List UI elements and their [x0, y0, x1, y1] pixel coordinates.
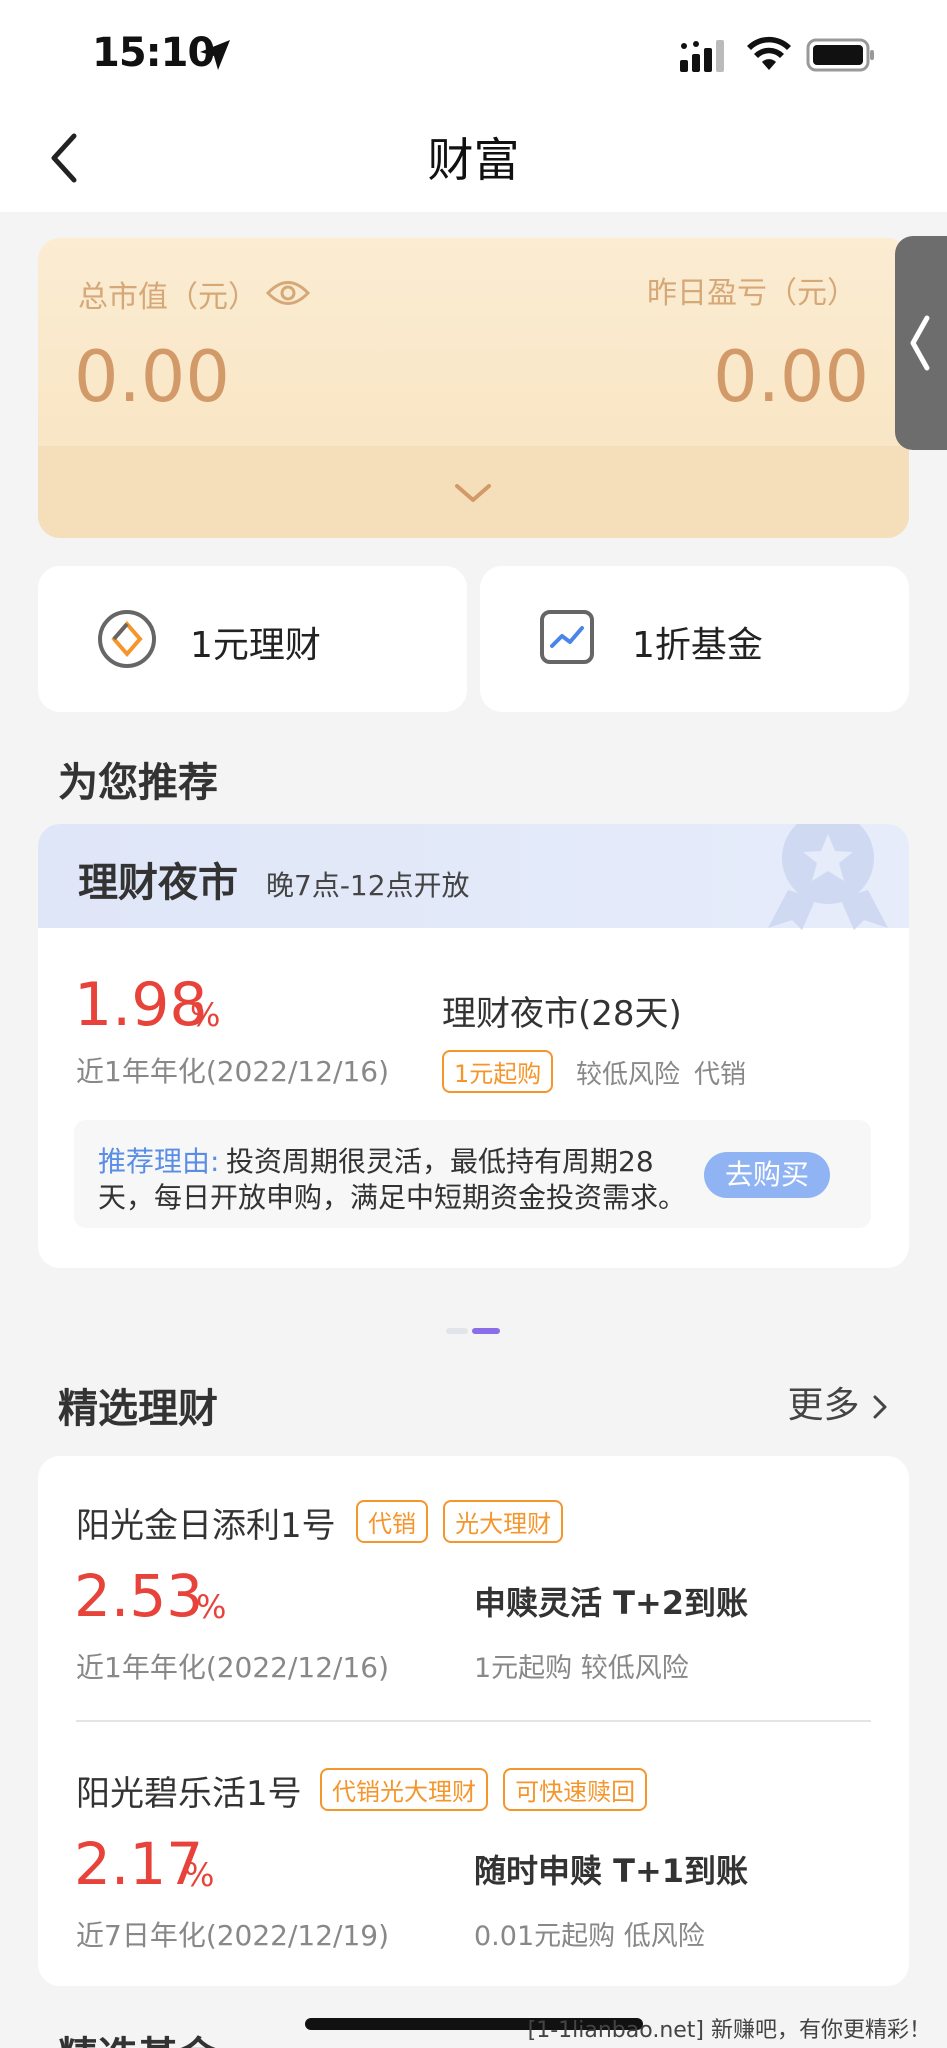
battery-icon	[806, 38, 874, 72]
quick-entry-yuan-wealth[interactable]: 1元理财	[38, 566, 467, 712]
reason-text-line2: 天，每日开放申购，满足中短期资金投资需求。	[98, 1181, 687, 1214]
medal-icon	[768, 824, 888, 930]
product-name: 阳光金日添利1号	[76, 1506, 336, 1546]
recommend-section-title: 为您推荐	[58, 760, 218, 806]
watermark-text: [1-1lianbao.net] 新赚吧，有你更精彩！	[527, 2018, 931, 2043]
product-rate: 2.53	[74, 1562, 204, 1630]
product-feature: 申赎灵活 T+2到账	[474, 1584, 749, 1622]
product-rate-unit: %	[196, 1588, 227, 1626]
recommend-card-header: 理财夜市 晚7点-12点开放	[38, 824, 909, 930]
chart-icon	[540, 610, 594, 664]
product-name: 阳光碧乐活1号	[76, 1774, 302, 1814]
reason-text-line1: 投资周期很灵活，最低持有周期28	[226, 1145, 654, 1178]
product-rate-desc: 近1年年化(2022/12/16)	[76, 1651, 390, 1684]
page-title: 财富	[427, 133, 520, 187]
product-sub-info: 0.01元起购 低风险	[474, 1921, 705, 1952]
yesterday-pl-value: 0.00	[713, 336, 869, 418]
wifi-icon	[747, 36, 791, 70]
chevron-right-icon	[873, 1395, 887, 1419]
quick-entry-label: 1折基金	[632, 625, 763, 666]
recommend-card[interactable]: 理财夜市 晚7点-12点开放 1.98 % 近1年年化(2022/12/16) …	[38, 824, 909, 1268]
top-bar: 15:10 财富	[0, 0, 947, 212]
recommend-rate-desc: 近1年年化(2022/12/16)	[76, 1055, 390, 1088]
cellular-signal-icon	[680, 40, 724, 72]
product-tags: 代销光大理财 可快速赎回	[320, 1768, 657, 1811]
product-tag: 可快速赎回	[503, 1768, 648, 1811]
location-arrow-icon	[200, 40, 230, 70]
more-label: 更多	[787, 1385, 860, 1426]
status-time: 15:10	[92, 30, 215, 76]
product-tag: 光大理财	[443, 1500, 564, 1543]
night-market-title: 理财夜市	[78, 860, 238, 906]
chevron-down-icon	[455, 484, 491, 502]
recommend-product-name: 理财夜市(28天)	[442, 994, 682, 1034]
reason-label: 推荐理由:	[98, 1145, 220, 1178]
carousel-indicator	[446, 1328, 500, 1334]
night-market-hours: 晚7点-12点开放	[266, 869, 470, 902]
product-sub-info: 1元起购 较低风险	[474, 1653, 689, 1684]
buy-button[interactable]: 去购买	[704, 1152, 830, 1198]
quick-entry-label: 1元理财	[190, 625, 321, 666]
recommend-rate: 1.98	[74, 970, 208, 1040]
total-value: 0.00	[74, 336, 230, 418]
product-tag: 代销	[356, 1500, 428, 1543]
product-tag: 代销光大理财	[320, 1768, 488, 1811]
product-rate-desc: 近7日年化(2022/12/19)	[76, 1919, 390, 1952]
more-link[interactable]: 更多	[788, 1376, 889, 1428]
next-section-title: 精选基金	[58, 2024, 218, 2048]
risk-level: 较低风险	[576, 1060, 681, 1090]
min-purchase-tag: 1元起购	[442, 1050, 554, 1093]
eye-icon[interactable]	[266, 278, 310, 308]
wealth-summary-card: 总市值（元） 昨日盈亏（元） 0.00 0.00	[38, 238, 909, 538]
product-tags: 代销 光大理财	[356, 1500, 573, 1543]
featured-section-title: 精选理财	[58, 1386, 218, 1432]
recommend-reason-box: 推荐理由: 投资周期很灵活，最低持有周期28 天，每日开放申购，满足中短期资金投…	[74, 1120, 871, 1228]
recommend-rate-unit: %	[190, 996, 221, 1034]
divider	[76, 1720, 871, 1722]
featured-list-card: 阳光金日添利1号 代销 光大理财 2.53 % 近1年年化(2022/12/16…	[38, 1456, 909, 1986]
product-rate-unit: %	[184, 1856, 215, 1894]
chevron-left-icon	[910, 315, 930, 371]
coin-icon	[98, 610, 156, 668]
side-drawer-handle[interactable]	[895, 236, 947, 450]
total-value-label: 总市值（元）	[78, 280, 258, 315]
product-feature: 随时申赎 T+1到账	[474, 1852, 749, 1890]
quick-entry-discount-fund[interactable]: 1折基金	[480, 566, 909, 712]
yesterday-pl-label: 昨日盈亏（元）	[647, 276, 857, 311]
expand-bar[interactable]	[38, 446, 909, 538]
distribution-type: 代销	[694, 1060, 747, 1090]
